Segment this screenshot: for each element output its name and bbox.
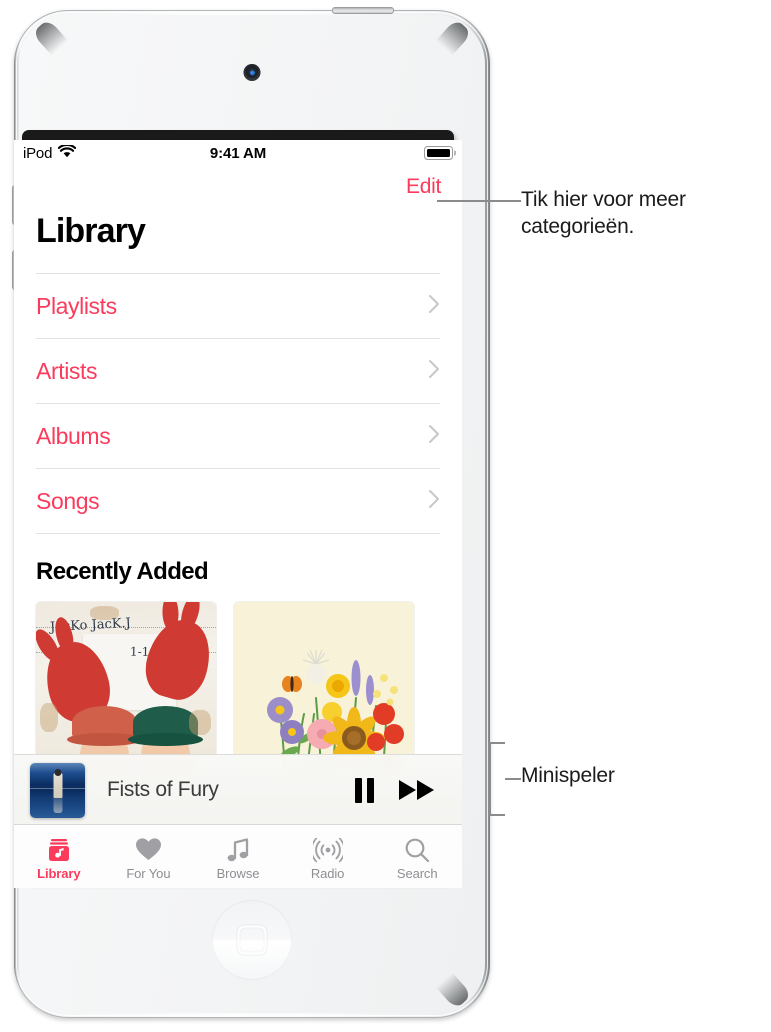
tab-label: Browse — [216, 866, 260, 881]
fast-forward-button[interactable] — [398, 777, 436, 803]
status-bar-right — [424, 146, 453, 160]
chevron-right-icon — [428, 294, 440, 319]
wifi-icon — [58, 143, 77, 162]
pause-button[interactable] — [355, 777, 374, 803]
pause-bar — [355, 777, 362, 803]
home-button[interactable] — [212, 900, 292, 980]
navigation-bar: Edit — [14, 166, 462, 208]
status-carrier-label: iPod — [23, 144, 53, 162]
library-row-label: Playlists — [36, 292, 117, 319]
paper-stain — [189, 710, 211, 736]
edit-button[interactable]: Edit — [406, 175, 441, 199]
tab-radio[interactable]: Radio — [283, 825, 373, 888]
callout-mini-player-text: Minispeler — [521, 764, 615, 787]
mini-player-artwork[interactable] — [30, 762, 85, 818]
mini-player[interactable]: Fists of Fury — [14, 754, 462, 825]
tab-browse[interactable]: Browse — [193, 825, 283, 888]
sidebar-item-songs[interactable]: Songs — [36, 468, 440, 534]
paper-stain — [39, 702, 58, 732]
status-time: 9:41 AM — [209, 144, 267, 162]
library-icon — [46, 836, 72, 863]
heart-icon — [135, 836, 162, 863]
child-hat-brim — [128, 732, 204, 747]
device-screen: iPod 9:41 AM Edit Library Playlists Arti… — [14, 140, 462, 888]
chevron-right-icon — [428, 359, 440, 384]
tab-label: Library — [37, 866, 81, 881]
library-row-label: Albums — [36, 422, 111, 449]
sidebar-item-playlists[interactable]: Playlists — [36, 273, 440, 338]
status-bar: iPod 9:41 AM — [14, 140, 462, 166]
chevron-right-icon — [428, 489, 440, 514]
tab-label: Search — [396, 866, 438, 881]
pause-bar — [367, 777, 374, 803]
recently-added-title: Recently Added — [36, 558, 209, 585]
sleep-wake-button[interactable] — [332, 7, 394, 14]
home-button-square-icon — [237, 925, 267, 955]
artwork-reflection — [53, 791, 62, 814]
tab-library[interactable]: Library — [14, 825, 104, 888]
recently-added-grid: JacKo JacK.J 1-11-02 — [14, 586, 462, 782]
mini-player-track-title: Fists of Fury — [107, 778, 219, 801]
artwork-figure-head — [54, 769, 61, 777]
tab-for-you[interactable]: For You — [104, 825, 194, 888]
page-title: Library — [36, 212, 146, 250]
chevron-right-icon — [428, 424, 440, 449]
callout-bracket-mini-player — [489, 742, 505, 816]
radio-broadcast-icon — [312, 836, 343, 863]
battery-icon — [424, 146, 453, 160]
callout-leader-line-mini-player — [505, 778, 521, 780]
sidebar-item-albums[interactable]: Albums — [36, 403, 440, 468]
library-row-label: Songs — [36, 487, 100, 514]
callout-leader-line-edit — [437, 200, 521, 202]
tab-bar: Library For You Browse Radio Search — [14, 824, 462, 888]
music-note-icon — [225, 836, 251, 863]
status-bar-left: iPod — [23, 143, 77, 162]
battery-fill — [426, 148, 451, 158]
front-camera-icon — [243, 64, 261, 81]
mini-player-controls — [355, 777, 446, 803]
tab-label: For You — [126, 866, 171, 881]
tab-search[interactable]: Search — [372, 825, 462, 888]
tab-label: Radio — [310, 866, 345, 881]
library-row-label: Artists — [36, 357, 98, 384]
library-category-list: Playlists Artists Albums Songs — [14, 273, 462, 534]
callout-edit-text: Tik hier voor meer categorieën. — [521, 188, 686, 239]
fast-forward-icon — [399, 780, 434, 800]
magnifying-glass-icon — [404, 836, 430, 863]
sidebar-item-artists[interactable]: Artists — [36, 338, 440, 403]
